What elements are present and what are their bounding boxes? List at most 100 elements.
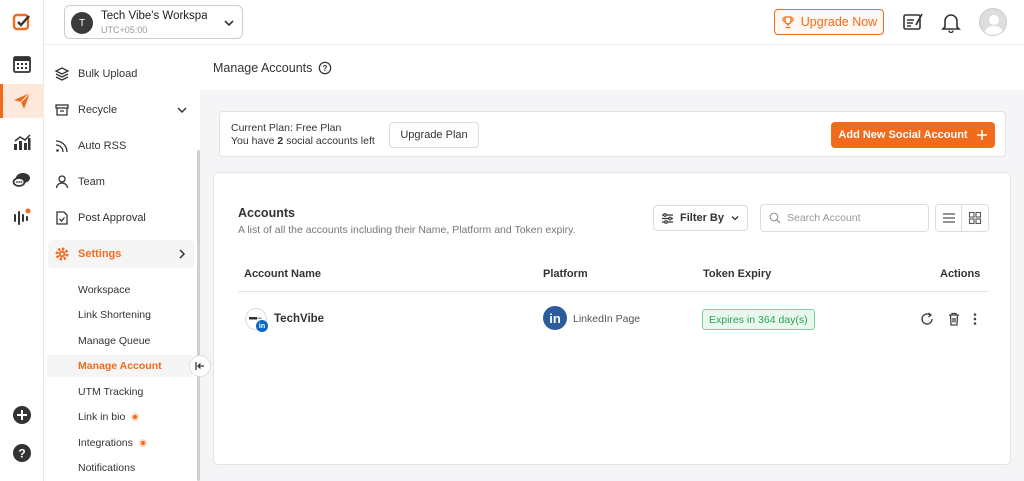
bell-icon[interactable] (940, 11, 962, 33)
subnav-workspace[interactable]: Workspace (47, 279, 192, 301)
page-title: Manage Accounts (213, 60, 313, 75)
filter-by-label: Filter By (679, 212, 724, 224)
app-logo-icon[interactable] (0, 5, 44, 39)
subnav-link-in-bio[interactable]: Link in bio (47, 406, 192, 428)
subnav-label: Link in bio (78, 411, 126, 423)
page-header: Manage Accounts ? (200, 45, 1024, 90)
sidebar-item-recycle[interactable]: Recycle (48, 96, 194, 124)
document-check-icon (56, 211, 68, 225)
upgrade-now-button[interactable]: Upgrade Now (774, 9, 884, 35)
inbox-chat-icon[interactable] (0, 163, 44, 197)
new-badge-dot (138, 439, 147, 447)
publish-send-icon[interactable] (0, 84, 44, 118)
sidebar-item-label: Bulk Upload (78, 68, 138, 80)
subnav-link-shortening[interactable]: Link Shortening (47, 304, 192, 326)
accounts-title: Accounts (238, 206, 295, 220)
account-name: TechVibe (274, 313, 325, 325)
linkedin-icon: in (543, 306, 567, 330)
calendar-icon[interactable] (0, 47, 44, 81)
sidebar-item-team[interactable]: Team (48, 168, 194, 196)
subnav-manage-queue[interactable]: Manage Queue (47, 330, 192, 352)
table-header-divider (238, 291, 989, 292)
sidebar-item-auto-rss[interactable]: Auto RSS (48, 132, 194, 160)
plan-info: Current Plan: Free Plan You have 2 socia… (231, 122, 375, 148)
trophy-icon (782, 16, 794, 29)
sidebar-item-bulk-upload[interactable]: Bulk Upload (48, 60, 194, 88)
settings-sidebar: Bulk Upload Recycle Auto RSS Team Post A… (44, 45, 200, 481)
subnav-label: Workspace (78, 284, 131, 296)
column-header-platform: Platform (543, 268, 588, 280)
add-social-account-label: Add New Social Account (838, 129, 968, 141)
help-icon[interactable]: ? (0, 436, 44, 470)
plan-card: Current Plan: Free Plan You have 2 socia… (219, 111, 1006, 157)
layers-icon (54, 67, 70, 81)
workspace-avatar: T (71, 12, 93, 34)
listening-icon[interactable] (0, 200, 44, 234)
plan-value: Free Plan (295, 122, 342, 134)
svg-text:?: ? (18, 447, 25, 461)
upgrade-now-label: Upgrade Now (800, 15, 878, 29)
analytics-icon[interactable] (0, 125, 44, 159)
accounts-left-prefix: You have (231, 135, 275, 147)
svg-text:?: ? (323, 64, 328, 73)
search-account-input[interactable] (787, 212, 917, 224)
trash-icon[interactable] (946, 311, 962, 327)
platform-name: LinkedIn Page (573, 313, 641, 325)
search-icon (769, 212, 781, 224)
filter-by-button[interactable]: Filter By (653, 205, 748, 231)
list-icon (942, 213, 955, 223)
sidebar-item-post-approval[interactable]: Post Approval (48, 204, 194, 232)
subnav-notifications[interactable]: Notifications (47, 457, 192, 479)
workspace-timezone: UTC+05:00 (101, 25, 148, 35)
list-view-button[interactable] (936, 205, 963, 231)
plan-label: Current Plan: (231, 122, 293, 134)
search-account-field[interactable] (760, 204, 929, 232)
subnav-label: Manage Queue (78, 335, 151, 347)
gear-icon (55, 247, 69, 261)
main-content: Manage Accounts ? Current Plan: Free Pla… (200, 45, 1024, 481)
chevron-down-icon (177, 107, 187, 114)
subnav-label: Notifications (78, 462, 136, 474)
archive-box-icon (55, 104, 69, 116)
grid-icon (968, 211, 982, 225)
accounts-left-count: 2 (277, 135, 284, 147)
column-header-token-expiry: Token Expiry (703, 268, 772, 280)
subnav-label: Manage Account (78, 360, 162, 372)
more-vertical-icon[interactable] (967, 311, 983, 327)
sidebar-item-label: Team (78, 176, 105, 188)
workspace-name: Tech Vibe's Workspace (101, 10, 207, 22)
column-header-account-name: Account Name (244, 268, 322, 280)
notes-edit-icon[interactable] (902, 11, 924, 33)
column-header-actions: Actions (940, 268, 981, 280)
subnav-label: Integrations (78, 437, 133, 449)
refresh-icon[interactable] (919, 311, 935, 327)
subnav-utm-tracking[interactable]: UTM Tracking (47, 381, 192, 403)
help-circle-icon[interactable]: ? (318, 61, 332, 75)
icon-rail: ? (0, 0, 44, 481)
subnav-integrations[interactable]: Integrations (47, 432, 192, 454)
chevron-right-icon (179, 249, 186, 259)
upgrade-plan-button[interactable]: Upgrade Plan (389, 122, 479, 148)
user-icon (55, 175, 69, 189)
sidebar-item-label: Settings (78, 248, 122, 260)
subnav-label: UTM Tracking (78, 386, 144, 398)
chevron-down-icon (731, 216, 739, 221)
token-expiry-badge: Expires in 364 day(s) (702, 309, 815, 330)
grid-view-button[interactable] (962, 205, 988, 231)
collapse-sidebar-button[interactable] (189, 355, 211, 377)
accounts-subtitle: A list of all the accounts including the… (238, 224, 576, 236)
add-social-account-button[interactable]: Add New Social Account (831, 122, 995, 148)
subnav-label: Link Shortening (78, 309, 151, 321)
sidebar-item-settings[interactable]: Settings (48, 240, 194, 268)
subnav-manage-account[interactable]: Manage Account (47, 355, 192, 377)
sliders-icon (661, 212, 673, 224)
sidebar-item-label: Post Approval (78, 212, 146, 224)
accounts-card: Accounts A list of all the accounts incl… (213, 172, 1011, 465)
add-circle-icon[interactable] (0, 398, 44, 432)
workspace-switcher[interactable]: T Tech Vibe's Workspace UTC+05:00 (64, 5, 243, 39)
chevron-down-icon (224, 20, 234, 27)
rss-icon (55, 140, 68, 153)
sidebar-item-label: Recycle (78, 104, 118, 116)
sidebar-item-label: Auto RSS (78, 140, 127, 152)
profile-avatar[interactable] (979, 8, 1007, 36)
